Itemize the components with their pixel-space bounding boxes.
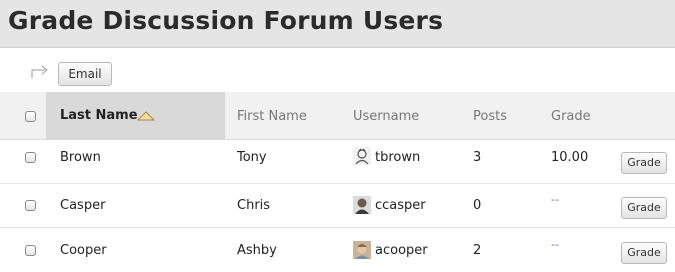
column-header-grade[interactable]: Grade (551, 109, 591, 125)
grade-button[interactable]: Grade (621, 242, 667, 264)
row-posts: 3 (473, 150, 482, 165)
email-button[interactable]: Email (58, 62, 112, 86)
row-last-name: Cooper (60, 243, 107, 258)
select-all-checkbox[interactable] (25, 111, 36, 122)
selected-items-arrow-icon (31, 65, 48, 78)
row-last-name: Casper (60, 198, 106, 213)
row-first-name: Ashby (237, 243, 277, 258)
sort-ascending-icon[interactable] (137, 111, 155, 121)
row-checkbox[interactable] (25, 152, 36, 163)
row-posts: 0 (473, 198, 482, 213)
user-avatar-photo-icon (353, 241, 371, 259)
column-header-first-name[interactable]: First Name (237, 109, 307, 125)
row-posts: 2 (473, 243, 482, 258)
column-header-posts[interactable]: Posts (473, 109, 507, 125)
row-username: ccasper (375, 198, 426, 213)
row-checkbox[interactable] (25, 200, 36, 211)
row-first-name: Chris (237, 198, 271, 213)
user-avatar-sketch-icon (353, 147, 371, 165)
row-grade-empty: -- (551, 238, 559, 251)
row-checkbox[interactable] (25, 245, 36, 256)
grade-button[interactable]: Grade (621, 152, 667, 174)
page-title: Grade Discussion Forum Users (8, 6, 444, 35)
column-header-username[interactable]: Username (353, 109, 419, 125)
row-last-name: Brown (60, 150, 101, 165)
row-first-name: Tony (237, 150, 267, 165)
user-avatar-photo-icon (353, 196, 371, 214)
row-grade: 10.00 (551, 150, 589, 165)
row-grade-empty: -- (551, 193, 559, 206)
grade-button[interactable]: Grade (621, 197, 667, 219)
row-username: tbrown (375, 150, 421, 165)
column-header-last-name[interactable]: Last Name (60, 108, 138, 124)
page-header: Grade Discussion Forum Users (0, 0, 675, 48)
row-username: acooper (375, 243, 428, 258)
